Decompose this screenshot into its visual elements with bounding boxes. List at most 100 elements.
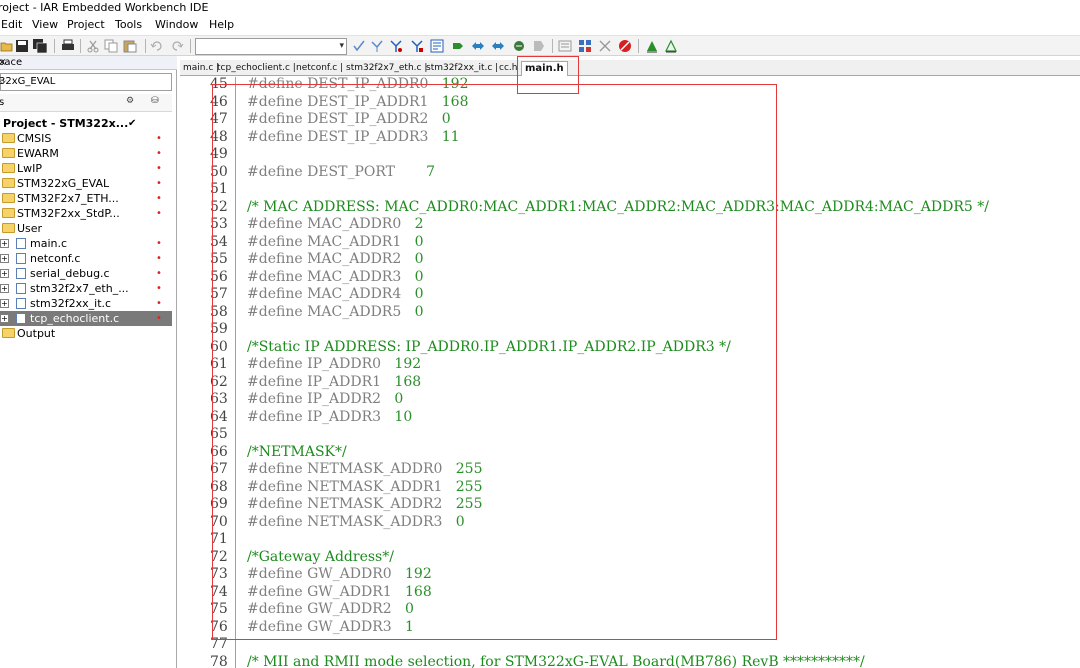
code-line[interactable]: 70 #define NETMASK_ADDR3 0 [180,514,1080,532]
code-line[interactable]: 50 #define DEST_PORT 7 [180,164,1080,182]
code-line[interactable]: 62 #define IP_ADDR1 168 [180,374,1080,392]
stop-debug-icon[interactable] [618,39,632,53]
code-line[interactable]: 67 #define NETMASK_ADDR0 255 [180,461,1080,479]
menu-tools[interactable]: Tools [115,18,142,32]
debug-without-download-icon[interactable] [598,39,612,53]
chevron-down-icon[interactable]: ⌵ [0,76,167,87]
download-and-debug-icon[interactable] [645,39,659,53]
expand-icon[interactable]: + [0,299,9,308]
code-line[interactable]: 57 #define MAC_ADDR4 0 [180,286,1080,304]
stop-build-icon[interactable] [532,39,546,53]
code-line[interactable]: 76 #define GW_ADDR3 1 [180,619,1080,637]
tab-tcp-echoclient-c[interactable]: tcp_echoclient.c | [217,61,296,76]
code-line[interactable]: 59 [180,321,1080,339]
code-line[interactable]: 78 /* MII and RMII mode selection, for ST… [180,654,1080,668]
tree-item[interactable]: User [0,221,172,236]
options-column-icon[interactable]: ⚙ [126,96,134,106]
expand-icon[interactable]: + [0,239,9,248]
code-line[interactable]: 75 #define GW_ADDR2 0 [180,601,1080,619]
next-bookmark-icon[interactable] [410,39,424,53]
code-line[interactable]: 74 #define GW_ADDR1 168 [180,584,1080,602]
make-icon[interactable] [512,39,526,53]
code-line[interactable]: 66 /*NETMASK*/ [180,444,1080,462]
code-line[interactable]: 46 #define DEST_IP_ADDR1 168 [180,94,1080,112]
navigate-forward-icon[interactable] [471,39,485,53]
tree-item[interactable]: + netconf.c • [0,251,172,266]
menu-help[interactable]: Help [209,18,234,32]
tab-netconf-c[interactable]: netconf.c | [296,61,343,76]
find-next-icon[interactable] [370,39,384,53]
tree-item[interactable]: STM32F2xx_StdP... • [0,206,172,221]
code-line[interactable]: 48 #define DEST_IP_ADDR3 11 [180,129,1080,147]
code-line[interactable]: 60 /*Static IP ADDRESS: IP_ADDR0.IP_ADDR1… [180,339,1080,357]
code-line[interactable]: 47 #define DEST_IP_ADDR2 0 [180,111,1080,129]
tree-item[interactable]: + main.c • [0,236,172,251]
code-line[interactable]: 49 [180,146,1080,164]
debug-attach-icon[interactable] [664,39,678,53]
tree-item[interactable]: STM322xG_EVAL • [0,176,172,191]
redo-icon[interactable] [170,39,184,53]
navigate-back-icon[interactable] [451,39,465,53]
code-line[interactable]: 54 #define MAC_ADDR1 0 [180,234,1080,252]
tree-item[interactable]: + stm32f2x7_eth_... • [0,281,172,296]
project-root[interactable]: Project - STM322x... ✔ [0,116,172,131]
toggle-bookmark-icon[interactable] [389,39,403,53]
tab-stm32f2x7-eth-c[interactable]: stm32f2x7_eth.c | [346,61,427,76]
code-line[interactable]: 45 #define DEST_IP_ADDR0 192 [180,76,1080,94]
print-icon[interactable] [61,39,75,53]
code-line[interactable]: 73 #define GW_ADDR0 192 [180,566,1080,584]
tab-stm32f2xx-it-c[interactable]: stm32f2xx_it.c | [426,61,498,76]
workspace-config-select[interactable]: 32xG_EVAL ⌵ [0,73,172,91]
tree-item[interactable]: + stm32f2xx_it.c • [0,296,172,311]
code-line[interactable]: 52 /* MAC ADDRESS: MAC_ADDR0:MAC_ADDR1:MA… [180,199,1080,217]
code-line[interactable]: 58 #define MAC_ADDR5 0 [180,304,1080,322]
expand-icon[interactable]: + [0,254,9,263]
tree-item[interactable]: CMSIS • [0,131,172,146]
save-icon[interactable] [15,39,29,53]
tree-item[interactable]: STM32F2x7_ETH... • [0,191,172,206]
menu-window[interactable]: Window [155,18,198,32]
tree-item[interactable]: + serial_debug.c • [0,266,172,281]
tree-item[interactable]: + tcp_echoclient.c • [0,311,172,326]
menu-project[interactable]: Project [67,18,105,32]
code-line[interactable]: 65 [180,426,1080,444]
undo-icon[interactable] [150,39,164,53]
tab-main-h[interactable]: main.h [521,61,568,76]
tree-item[interactable]: EWARM • [0,146,172,161]
tab-main-c[interactable]: main.c | [183,61,219,76]
cut-icon[interactable] [86,39,100,53]
code-line[interactable]: 77 [180,636,1080,654]
debug-icon[interactable] [578,39,592,53]
expand-icon[interactable]: + [0,269,9,278]
code-line[interactable]: 53 #define MAC_ADDR0 2 [180,216,1080,234]
code-line[interactable]: 69 #define NETMASK_ADDR2 255 [180,496,1080,514]
tab-cc-h[interactable]: cc.h | [499,61,523,76]
copy-icon[interactable] [104,39,118,53]
code-line[interactable]: 56 #define MAC_ADDR3 0 [180,269,1080,287]
paste-icon[interactable] [123,39,137,53]
goto-icon[interactable] [430,39,444,53]
files-column-label[interactable]: s [0,97,4,108]
code-line[interactable]: 68 #define NETMASK_ADDR1 255 [180,479,1080,497]
menu-edit[interactable]: Edit [1,18,22,32]
code-line[interactable]: 55 #define MAC_ADDR2 0 [180,251,1080,269]
find-combo[interactable]: ▾ [195,38,347,55]
code-line[interactable]: 72 /*Gateway Address*/ [180,549,1080,567]
compile-icon[interactable] [491,39,505,53]
expand-icon[interactable]: + [0,314,9,323]
menu-view[interactable]: View [32,18,58,32]
tree-item[interactable]: LwIP • [0,161,172,176]
code-editor[interactable]: 45 #define DEST_IP_ADDR0 192 46 #define DES… [180,76,1080,668]
save-all-icon[interactable] [33,39,47,53]
chevron-down-icon[interactable]: ▾ [339,41,344,51]
tree-item[interactable]: Output [0,326,172,341]
code-line[interactable]: 64 #define IP_ADDR3 10 [180,409,1080,427]
expand-icon[interactable]: + [0,284,9,293]
build-column-icon[interactable]: ⛁ [151,96,159,106]
breakpoint-icon[interactable] [558,39,572,53]
code-line[interactable]: 63 #define IP_ADDR2 0 [180,391,1080,409]
code-line[interactable]: 61 #define IP_ADDR0 192 [180,356,1080,374]
find-icon[interactable] [352,39,366,53]
code-line[interactable]: 51 [180,181,1080,199]
open-folder-icon[interactable] [0,39,14,53]
